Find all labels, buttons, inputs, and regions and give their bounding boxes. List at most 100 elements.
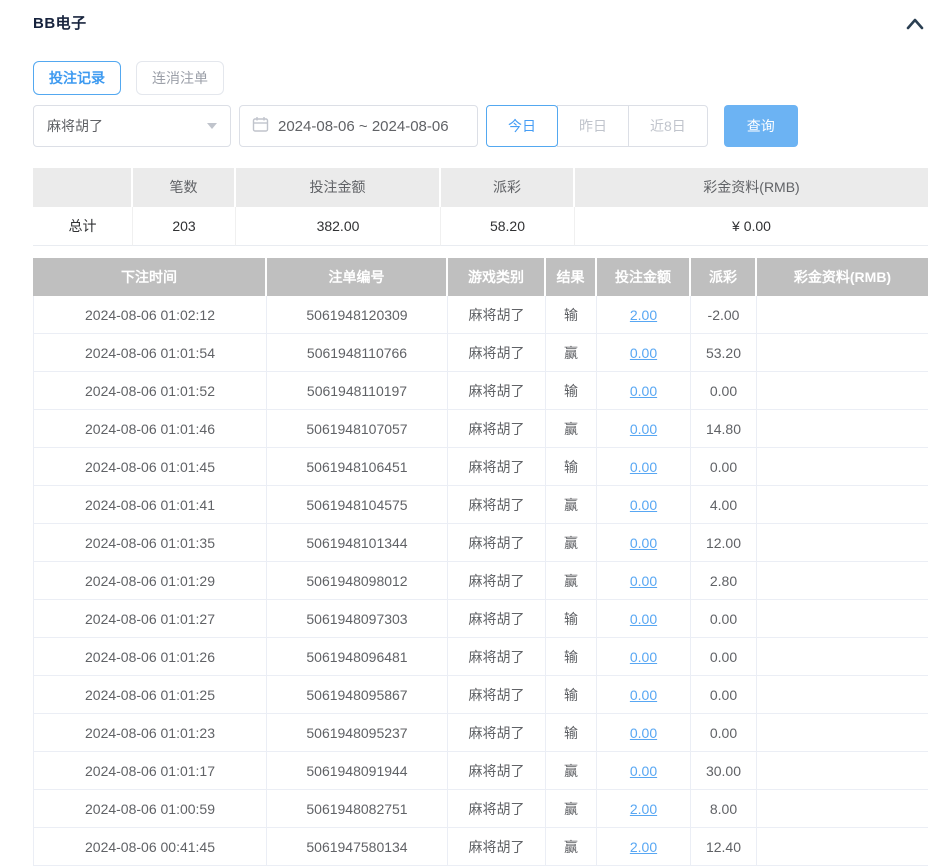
bet-amount-cell: 0.00 [597, 524, 691, 562]
yesterday-button[interactable]: 昨日 [557, 105, 629, 147]
header-bonus: 彩金资料(RMB) [757, 258, 928, 296]
summary-header-bonus: 彩金资料(RMB) [575, 168, 928, 207]
filter-bar: 麻将胡了 2024-08-06 ~ 2024-08-06 今日 昨日 近8日 查… [33, 105, 928, 147]
bet-amount-cell: 0.00 [597, 410, 691, 448]
bet-amount-link[interactable]: 0.00 [630, 383, 657, 399]
table-row: 2024-08-06 01:01:23 5061948095237 麻将胡了输 0.0… [33, 714, 928, 752]
bet-amount-cell: 0.00 [597, 638, 691, 676]
bet-amount-link[interactable]: 0.00 [630, 421, 657, 437]
bet-amount-link[interactable]: 0.00 [630, 535, 657, 551]
order-number-cell: 5061948107057 [267, 410, 448, 448]
panel-header: BB电子 [33, 0, 928, 37]
result-cell: 输 [546, 676, 597, 714]
bet-amount-cell: 0.00 [597, 334, 691, 372]
order-number-cell: 5061948097303 [267, 600, 448, 638]
summary-total-count: 203 [133, 207, 236, 246]
result-cell: 赢 [546, 752, 597, 790]
result-cell: 赢 [546, 486, 597, 524]
bonus-cell [757, 524, 928, 562]
table-row: 2024-08-06 01:01:17 5061948091944 麻将胡了赢 0.0… [33, 752, 928, 790]
bet-amount-link[interactable]: 0.00 [630, 649, 657, 665]
order-number-cell: 5061948120309 [267, 296, 448, 334]
game-type-cell: 麻将胡了 [448, 524, 546, 562]
table-row: 2024-08-06 01:01:46 5061948107057 麻将胡了赢 0.0… [33, 410, 928, 448]
bet-time-cell: 2024-08-06 01:01:54 [33, 334, 267, 372]
result-cell: 输 [546, 296, 597, 334]
bet-amount-link[interactable]: 0.00 [630, 687, 657, 703]
payout-cell: 0.00 [691, 638, 757, 676]
collapse-button[interactable] [902, 14, 928, 37]
result-cell: 输 [546, 372, 597, 410]
bet-amount-link[interactable]: 0.00 [630, 611, 657, 627]
bet-amount-cell: 0.00 [597, 752, 691, 790]
table-row: 2024-08-06 01:00:59 5061948082751 麻将胡了赢 2.0… [33, 790, 928, 828]
bet-amount-link[interactable]: 0.00 [630, 725, 657, 741]
payout-cell: 0.00 [691, 714, 757, 752]
today-button[interactable]: 今日 [486, 105, 558, 147]
bet-amount-link[interactable]: 2.00 [630, 839, 657, 855]
bet-amount-link[interactable]: 0.00 [630, 573, 657, 589]
bet-amount-cell: 0.00 [597, 448, 691, 486]
game-type-cell: 麻将胡了 [448, 296, 546, 334]
table-row: 2024-08-06 01:01:29 5061948098012 麻将胡了赢 0.0… [33, 562, 928, 600]
table-row: 2024-08-06 01:01:41 5061948104575 麻将胡了赢 0.0… [33, 486, 928, 524]
table-row: 2024-08-06 00:41:45 5061947580134 麻将胡了赢 2.0… [33, 828, 928, 866]
bet-amount-cell: 2.00 [597, 828, 691, 866]
result-cell: 赢 [546, 790, 597, 828]
payout-cell: 4.00 [691, 486, 757, 524]
bet-time-cell: 2024-08-06 00:41:45 [33, 828, 267, 866]
header-result: 结果 [546, 258, 597, 296]
header-bet-time: 下注时间 [33, 258, 267, 296]
bet-amount-cell: 0.00 [597, 676, 691, 714]
bet-amount-cell: 0.00 [597, 562, 691, 600]
order-number-cell: 5061948101344 [267, 524, 448, 562]
bet-time-cell: 2024-08-06 01:01:25 [33, 676, 267, 714]
bet-amount-cell: 2.00 [597, 790, 691, 828]
bet-amount-link[interactable]: 2.00 [630, 801, 657, 817]
bonus-cell [757, 714, 928, 752]
bonus-cell [757, 372, 928, 410]
bet-amount-link[interactable]: 2.00 [630, 307, 657, 323]
payout-cell: 0.00 [691, 600, 757, 638]
bonus-cell [757, 296, 928, 334]
summary-header-bet-amount: 投注金额 [236, 168, 441, 207]
summary-header-payout: 派彩 [441, 168, 575, 207]
result-cell: 赢 [546, 524, 597, 562]
summary-header-count: 笔数 [133, 168, 236, 207]
game-type-cell: 麻将胡了 [448, 790, 546, 828]
bonus-cell [757, 334, 928, 372]
bonus-cell [757, 486, 928, 524]
bonus-cell [757, 828, 928, 866]
last-8-days-button[interactable]: 近8日 [628, 105, 708, 147]
bet-amount-link[interactable]: 0.00 [630, 763, 657, 779]
search-button[interactable]: 查询 [723, 105, 798, 147]
bet-amount-link[interactable]: 0.00 [630, 497, 657, 513]
table-row: 2024-08-06 01:01:52 5061948110197 麻将胡了输 0.0… [33, 372, 928, 410]
order-number-cell: 5061948096481 [267, 638, 448, 676]
payout-cell: 12.00 [691, 524, 757, 562]
tab-bet-records[interactable]: 投注记录 [33, 61, 121, 95]
bet-amount-link[interactable]: 0.00 [630, 459, 657, 475]
records-table: 下注时间 注单编号 游戏类别 结果 投注金额 派彩 彩金资料(RMB) 2024… [33, 258, 928, 866]
table-row: 2024-08-06 01:01:25 5061948095867 麻将胡了输 0.0… [33, 676, 928, 714]
table-row: 2024-08-06 01:01:27 5061948097303 麻将胡了输 0.0… [33, 600, 928, 638]
bet-time-cell: 2024-08-06 01:01:23 [33, 714, 267, 752]
game-type-cell: 麻将胡了 [448, 638, 546, 676]
game-select[interactable]: 麻将胡了 [33, 105, 231, 147]
table-row: 2024-08-06 01:01:54 5061948110766 麻将胡了赢 0.0… [33, 334, 928, 372]
bet-time-cell: 2024-08-06 01:01:27 [33, 600, 267, 638]
table-row: 2024-08-06 01:02:12 5061948120309 麻将胡了输 2.0… [33, 296, 928, 334]
date-range-value: 2024-08-06 ~ 2024-08-06 [278, 117, 449, 135]
order-number-cell: 5061948098012 [267, 562, 448, 600]
game-type-cell: 麻将胡了 [448, 448, 546, 486]
bet-amount-cell: 0.00 [597, 600, 691, 638]
date-range-picker[interactable]: 2024-08-06 ~ 2024-08-06 [239, 105, 478, 147]
bet-amount-link[interactable]: 0.00 [630, 345, 657, 361]
tab-cancelled-orders[interactable]: 连消注单 [136, 61, 224, 95]
result-cell: 赢 [546, 828, 597, 866]
order-number-cell: 5061948104575 [267, 486, 448, 524]
result-cell: 赢 [546, 334, 597, 372]
order-number-cell: 5061948091944 [267, 752, 448, 790]
game-type-cell: 麻将胡了 [448, 372, 546, 410]
records-table-body: 2024-08-06 01:02:12 5061948120309 麻将胡了输 2.0… [33, 296, 928, 866]
